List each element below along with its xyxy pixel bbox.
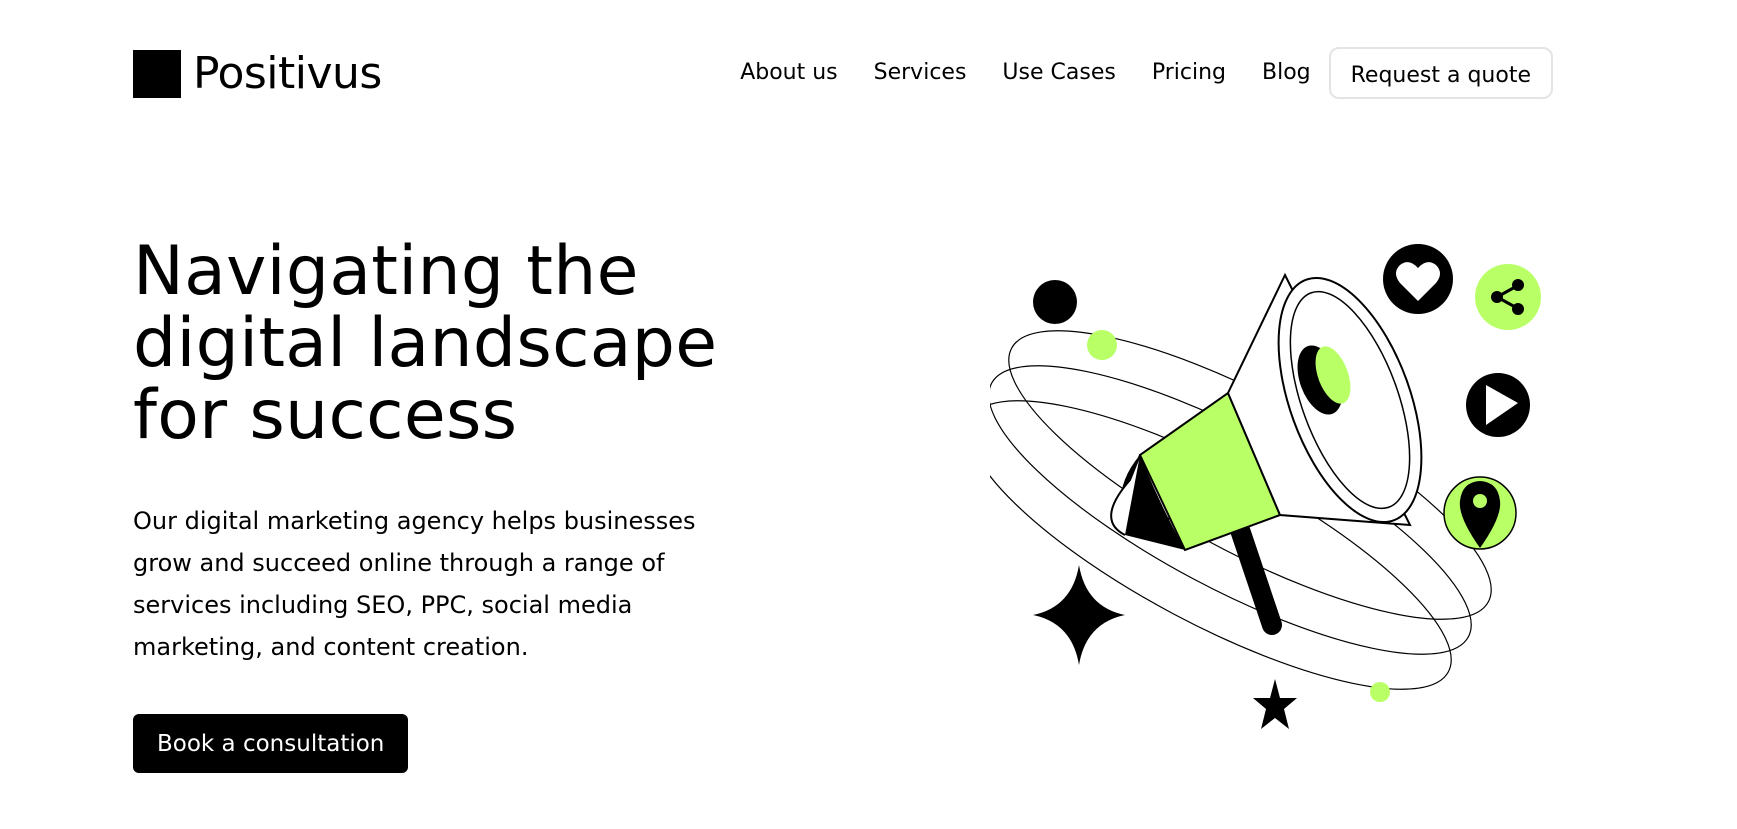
book-consultation-button[interactable]: Book a consultation bbox=[133, 714, 409, 773]
brand-name: Positivus bbox=[193, 48, 382, 99]
share-icon bbox=[1475, 264, 1541, 330]
nav-pricing[interactable]: Pricing bbox=[1152, 47, 1226, 99]
hero-title: Navigating the digital landscape for suc… bbox=[133, 236, 733, 452]
hero-description-line: Our digital marketing agency helps busin… bbox=[133, 507, 696, 535]
hero-title-line: for success bbox=[133, 376, 518, 455]
sparkle-star-icon bbox=[1033, 565, 1125, 665]
black-dot bbox=[1033, 280, 1077, 324]
hero-description-line: grow and succeed online through a range … bbox=[133, 549, 665, 577]
hero-title-line: digital landscape bbox=[133, 304, 718, 383]
nav-use-cases[interactable]: Use Cases bbox=[1002, 47, 1115, 99]
brand-logo[interactable]: Positivus bbox=[133, 50, 382, 98]
landing-page: Positivus About us Services Use Cases Pr… bbox=[0, 0, 1737, 829]
heart-icon bbox=[1383, 244, 1453, 314]
hero-illustration bbox=[990, 244, 1541, 729]
request-quote-button[interactable]: Request a quote bbox=[1328, 47, 1553, 99]
play-icon bbox=[1466, 373, 1530, 437]
hero-description-line: marketing, and content creation. bbox=[133, 633, 529, 661]
hero-description: Our digital marketing agency helps busin… bbox=[133, 500, 733, 668]
main-nav: About us Services Use Cases Pricing Blog… bbox=[740, 47, 1553, 99]
nav-services[interactable]: Services bbox=[874, 47, 967, 99]
hero-description-line: services including SEO, PPC, social medi… bbox=[133, 591, 633, 619]
nav-blog[interactable]: Blog bbox=[1262, 47, 1311, 99]
logo-star-icon bbox=[133, 50, 181, 98]
sparkle-star-icon bbox=[1253, 679, 1297, 729]
nav-about-us[interactable]: About us bbox=[740, 47, 837, 99]
hero-title-line: Navigating the bbox=[133, 232, 639, 311]
megaphone-icon bbox=[1110, 272, 1423, 635]
location-pin-icon bbox=[1443, 476, 1517, 550]
green-dot bbox=[1370, 682, 1390, 702]
green-dot bbox=[1087, 330, 1117, 360]
